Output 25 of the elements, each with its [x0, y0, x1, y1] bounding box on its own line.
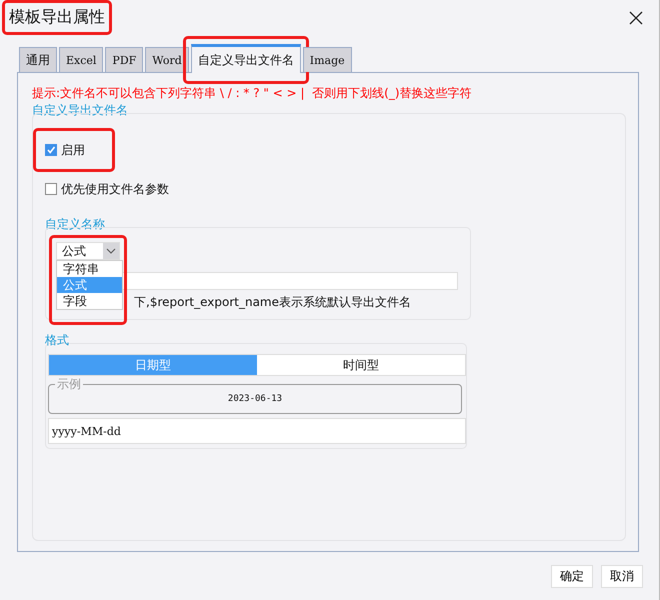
dropdown-option[interactable]: 字符串 [57, 261, 122, 277]
tab[interactable]: Excel [59, 47, 104, 72]
warning-text: 提示:文件名不可以包含下列字符串 \ / : * ? " < > | 否则用下划线(_)替换这些字符 [32, 85, 473, 102]
close-icon[interactable] [629, 10, 643, 24]
tab[interactable]: 自定义导出文件名 [190, 44, 301, 73]
hint-text: 下,$report_export_name表示系统默认导出文件名 [134, 294, 412, 311]
tab[interactable]: Word [145, 47, 189, 72]
example-label: 示例 [55, 376, 83, 393]
window-title: 模板导出属性 [9, 7, 105, 26]
dropdown-option[interactable]: 字段 [57, 293, 122, 309]
section-title: 格式 [45, 333, 69, 347]
checkbox[interactable] [45, 144, 57, 156]
dialog-button[interactable]: 确定 [551, 564, 593, 588]
tab[interactable]: 通用 [19, 47, 57, 72]
pattern-field[interactable]: yyyy-MM-dd [48, 418, 466, 444]
dropdown[interactable]: 公式 [56, 242, 120, 260]
tab[interactable]: Image [302, 47, 352, 72]
segment-tab[interactable]: 时间型 [257, 355, 465, 375]
example-value: 2023-06-13 [228, 394, 282, 404]
checkbox[interactable] [45, 183, 57, 195]
chevron-down-icon [106, 248, 116, 254]
dialog-button[interactable]: 取消 [601, 564, 643, 588]
checkbox-label: 优先使用文件名参数 [61, 180, 169, 198]
tab[interactable]: PDF [105, 47, 144, 72]
checkbox-label: 启用 [61, 142, 85, 158]
